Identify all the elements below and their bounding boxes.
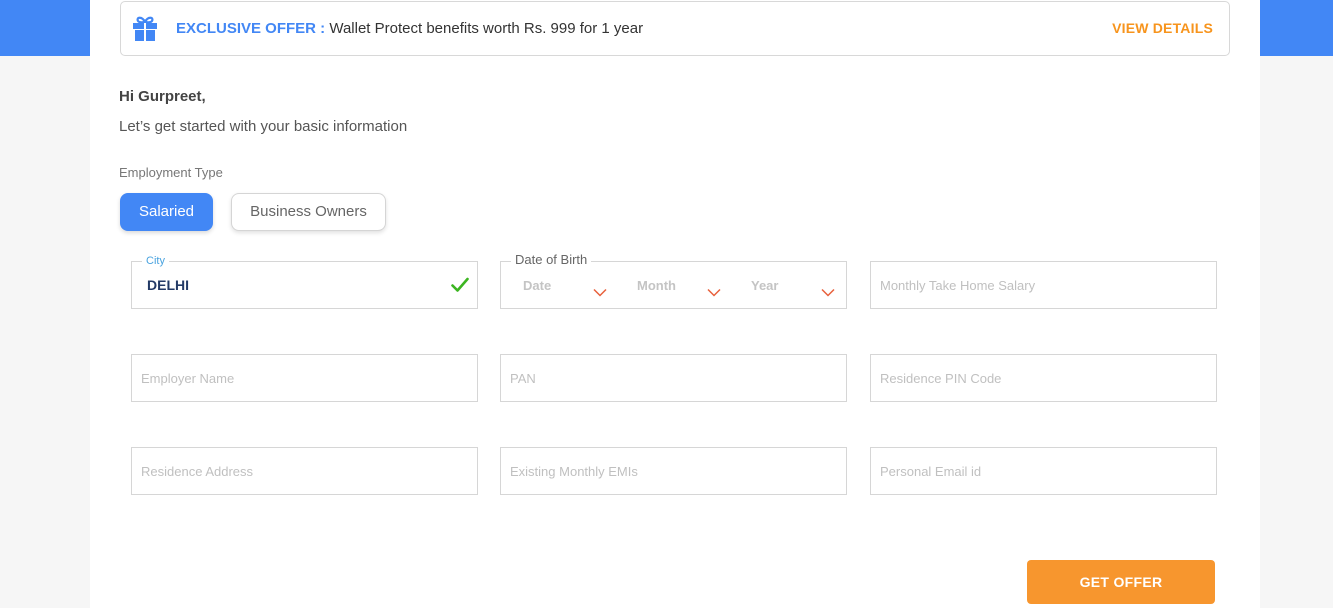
chevron-down-icon[interactable] [707,284,721,297]
offer-text: EXCLUSIVE OFFER : Wallet Protect benefit… [176,2,643,55]
residence-address-input[interactable] [132,448,477,494]
pan-input[interactable] [501,355,846,401]
gift-icon [132,15,158,41]
pin-field [870,354,1217,402]
existing-emis-input[interactable] [501,448,846,494]
employer-field [131,354,478,402]
offer-description: Wallet Protect benefits worth Rs. 999 fo… [325,20,644,37]
date-select[interactable]: Date [523,262,551,310]
salary-input[interactable] [871,262,1216,308]
chevron-down-icon[interactable] [821,284,835,297]
offer-label: EXCLUSIVE OFFER : [176,20,326,37]
city-value: DELHI [147,277,189,293]
city-field[interactable]: City DELHI [131,254,478,309]
pan-field [500,354,847,402]
year-select[interactable]: Year [751,262,778,310]
email-input[interactable] [871,448,1216,494]
chevron-down-icon[interactable] [593,284,607,297]
address-field [131,447,478,495]
main-card: EXCLUSIVE OFFER : Wallet Protect benefit… [90,0,1260,608]
check-icon [451,277,469,293]
emis-field [500,447,847,495]
view-details-link[interactable]: VIEW DETAILS [1112,2,1213,55]
salaried-button[interactable]: Salaried [120,193,213,231]
get-offer-button[interactable]: GET OFFER [1027,560,1215,604]
employer-name-input[interactable] [132,355,477,401]
pin-code-input[interactable] [871,355,1216,401]
greeting: Hi Gurpreet, [119,88,206,105]
subtitle: Let’s get started with your basic inform… [119,118,408,135]
offer-banner: EXCLUSIVE OFFER : Wallet Protect benefit… [120,1,1230,56]
employment-type-label: Employment Type [119,165,223,180]
date-of-birth-field: Date of Birth Date Month Year [500,253,847,310]
email-field [870,447,1217,495]
salary-field [870,261,1217,309]
business-owners-button[interactable]: Business Owners [231,193,386,231]
month-select[interactable]: Month [637,262,676,310]
